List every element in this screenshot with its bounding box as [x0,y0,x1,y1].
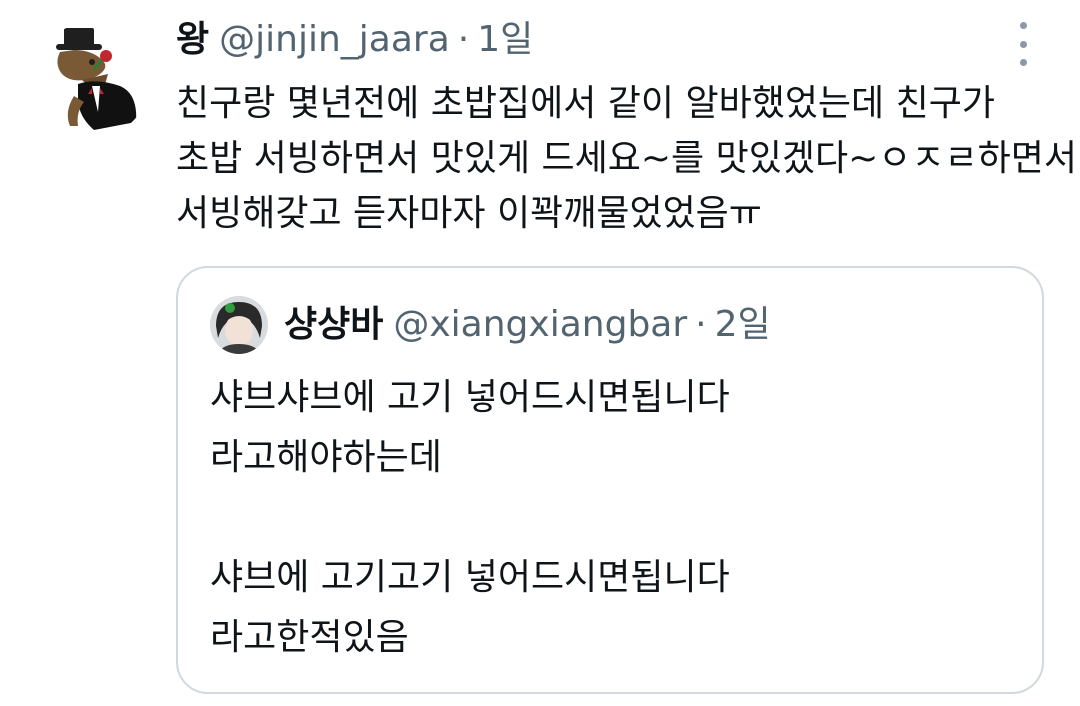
quoted-author-name[interactable]: 샹샹바 [284,300,383,350]
separator-dot: · [695,304,707,345]
author-handle[interactable]: @jinjin_jaara [219,14,450,66]
tophat-dinosaur-avatar-icon [34,22,150,138]
author-name[interactable]: 왕 [176,14,209,66]
tweet-text-line: 친구랑 몇년전에 초밥집에서 같이 알바했었는데 친구가 [176,83,995,124]
more-options-button[interactable] [1006,22,1040,66]
tweet-header: 왕 @jinjin_jaara · 1일 [176,14,533,66]
quoted-tweet-card[interactable]: 샹샹바 @xiangxiangbar · 2일 샤브샤브에 고기 넣어드시면됩니… [176,266,1044,694]
tweet-timestamp[interactable]: 1일 [477,14,533,66]
tweet-text-line: 서빙해갖고 듣자마자 이꽉깨물었었음ㅠ [176,193,762,234]
quoted-text-line: 라고한적있음 [210,617,409,658]
person-photo-avatar-icon [210,296,268,354]
separator-dot: · [457,19,470,60]
quoted-author-handle[interactable]: @xiangxiangbar [393,300,687,350]
quoted-text-line: 샤브샤브에 고기 넣어드시면됩니다 [210,377,730,418]
more-options-icon [1019,22,1027,29]
quoted-tweet-timestamp[interactable]: 2일 [715,300,771,350]
quoted-text-line: 샤브에 고기고기 넣어드시면됩니다 [210,557,730,598]
tweet-text-line: 초밥 서빙하면서 맛있게 드세요~를 맛있겠다~ㅇㅈㄹ하면서 [176,138,1077,179]
quoted-author-avatar[interactable] [210,296,268,354]
quoted-tweet-header: 샹샹바 @xiangxiangbar · 2일 [284,300,771,350]
author-avatar[interactable] [34,22,150,138]
quoted-tweet-text: 샤브샤브에 고기 넣어드시면됩니다 라고해야하는데 샤브에 고기고기 넣어드시면… [210,368,1010,668]
quoted-text-line: 라고해야하는데 [210,437,442,478]
quoted-text-line [210,488,1010,548]
tweet[interactable]: 왕 @jinjin_jaara · 1일 친구랑 몇년전에 초밥집에서 같이 알… [0,0,1080,706]
tweet-text: 친구랑 몇년전에 초밥집에서 같이 알바했었는데 친구가 초밥 서빙하면서 맛있… [176,76,1077,241]
